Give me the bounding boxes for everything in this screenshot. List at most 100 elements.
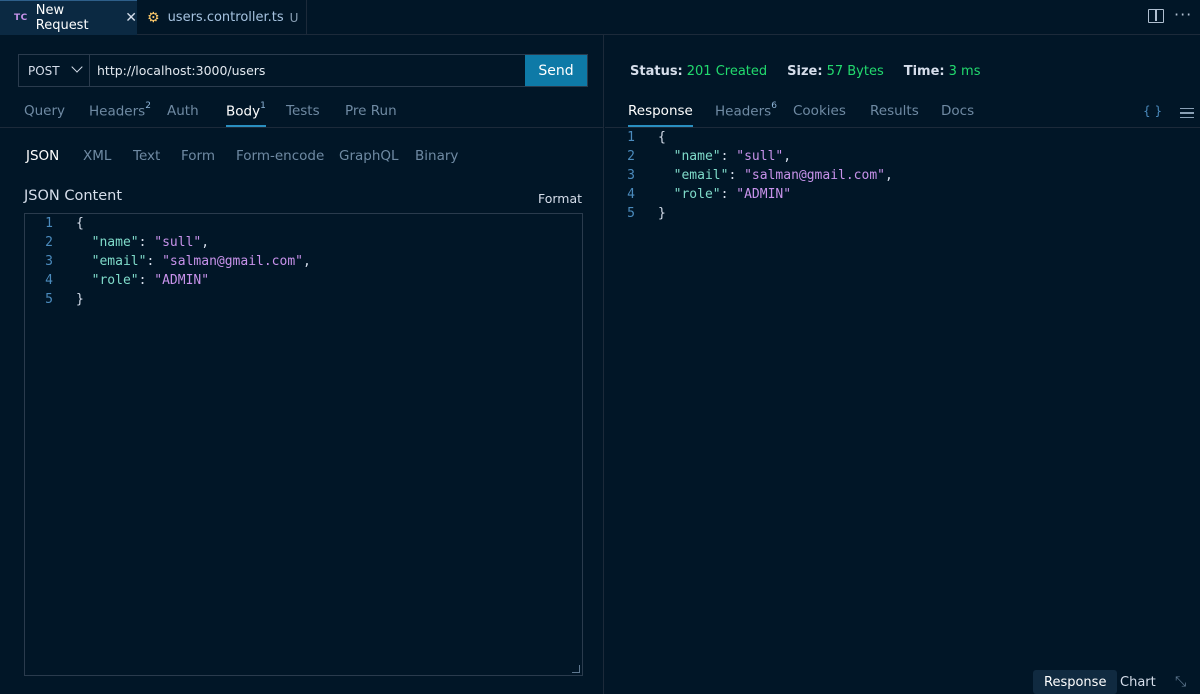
code-token: {: [76, 216, 84, 231]
tab-new-request[interactable]: TC New Request ✕: [0, 0, 137, 35]
code-token: "salman@gmail.com": [744, 168, 885, 183]
code-token: ,: [885, 168, 893, 183]
format-button[interactable]: Format: [538, 191, 582, 206]
code-line: 4 "role": "ADMIN": [605, 187, 1200, 206]
request-tabs: Query Headers2 Auth Body1 Tests Pre Run: [0, 99, 604, 128]
code-token: }: [76, 292, 84, 307]
gear-icon: ⚙: [147, 9, 160, 26]
code-token: :: [138, 235, 155, 250]
send-button[interactable]: Send: [525, 55, 587, 86]
code-token: "role": [91, 273, 139, 288]
response-tabs: Response Headers6 Cookies Results Docs {…: [605, 99, 1200, 128]
body-tab-text[interactable]: Text: [133, 148, 160, 172]
resize-handle[interactable]: [572, 665, 580, 673]
braces-icon[interactable]: { }: [1143, 104, 1162, 118]
code-token: ,: [303, 254, 311, 269]
method-label: POST: [28, 63, 60, 78]
code-token: :: [138, 273, 155, 288]
code-line: 5}: [25, 292, 582, 311]
line-number: 1: [45, 216, 53, 231]
body-tab-xml[interactable]: XML: [83, 148, 111, 172]
headers-count-badge: 2: [145, 101, 151, 111]
tab-body[interactable]: Body1: [226, 101, 266, 127]
code-text: }: [658, 206, 666, 225]
tab-pre-run[interactable]: Pre Run: [345, 103, 397, 127]
tab-tests[interactable]: Tests: [286, 103, 320, 127]
line-number: 3: [45, 254, 53, 269]
more-actions-icon[interactable]: ···: [1174, 5, 1192, 24]
line-number: 2: [45, 235, 53, 250]
bottom-chart-button[interactable]: Chart: [1109, 670, 1167, 694]
body-tab-form[interactable]: Form: [181, 148, 215, 172]
code-token: "name": [91, 235, 139, 250]
request-body-editor[interactable]: 1 {2 "name": "sull", 3 "email": "salman@gm…: [24, 213, 583, 676]
code-token: "salman@gmail.com": [162, 254, 303, 269]
tab-response[interactable]: Response: [628, 103, 693, 127]
body-tab-binary[interactable]: Binary: [415, 148, 458, 172]
code-text: "name": "sull",: [658, 149, 791, 168]
code-text: "name": "sull",: [76, 235, 209, 254]
code-text: {: [76, 216, 84, 235]
code-token: ,: [201, 235, 210, 250]
response-status-bar: Status: 201 Created Size: 57 Bytes Time: 3 …: [630, 64, 1000, 79]
time-label: Time:: [903, 64, 945, 79]
status-label: Status:: [630, 64, 683, 79]
code-token: ,: [783, 149, 792, 164]
tab-query[interactable]: Query: [24, 103, 65, 127]
code-token: :: [728, 168, 745, 183]
tab-results[interactable]: Results: [870, 103, 919, 127]
url-input[interactable]: http://localhost:3000/users: [90, 55, 525, 86]
expand-icon[interactable]: ⤡: [1175, 674, 1186, 690]
body-tab-graphql[interactable]: GraphQL: [339, 148, 399, 172]
time-value: 3 ms: [948, 64, 981, 79]
line-number: 1: [627, 130, 635, 145]
body-tab-form-encode[interactable]: Form-encode: [236, 148, 324, 172]
line-number: 4: [45, 273, 53, 288]
code-token: :: [720, 187, 737, 202]
size-value: 57 Bytes: [826, 64, 884, 79]
code-text: "role": "ADMIN": [76, 273, 209, 292]
line-number: 3: [627, 168, 635, 183]
tab-label: New Request: [35, 3, 89, 33]
close-icon[interactable]: ✕: [125, 10, 137, 26]
code-text: "email": "salman@gmail.com",: [76, 254, 311, 273]
size-label: Size:: [787, 64, 823, 79]
tab-docs[interactable]: Docs: [941, 103, 974, 127]
code-token: "ADMIN": [154, 273, 210, 288]
code-token: {: [658, 130, 666, 145]
status-value: 201 Created: [686, 64, 768, 79]
code-text: "role": "ADMIN": [658, 187, 791, 206]
thunder-client-icon: TC: [14, 13, 28, 23]
method-select[interactable]: POST: [19, 55, 90, 86]
tab-users-controller[interactable]: ⚙ users.controller.ts U: [137, 0, 307, 35]
code-text: "email": "salman@gmail.com",: [658, 168, 893, 187]
code-text: {: [658, 130, 666, 149]
split-editor-icon[interactable]: [1148, 9, 1164, 23]
code-token: "email": [673, 168, 729, 183]
line-number: 4: [627, 187, 635, 202]
response-headers-badge: 6: [771, 101, 777, 111]
url-bar: POST http://localhost:3000/users Send: [18, 54, 588, 87]
code-line: 1{: [605, 130, 1200, 149]
menu-icon[interactable]: [1180, 108, 1194, 118]
line-number: 2: [627, 149, 635, 164]
body-count-badge: 1: [260, 101, 266, 111]
tab-headers[interactable]: Headers2: [89, 101, 151, 127]
request-pane: POST http://localhost:3000/users Send Qu…: [0, 35, 604, 694]
chevron-down-icon: [71, 61, 83, 73]
code-token: }: [658, 206, 666, 221]
bottom-response-button[interactable]: Response: [1033, 670, 1118, 694]
body-type-tabs: JSON XML Text Form Form-encode GraphQL B…: [0, 148, 604, 172]
response-pane: Status: 201 Created Size: 57 Bytes Time: 3 …: [605, 35, 1200, 694]
modified-badge: U: [289, 10, 299, 25]
tab-response-headers[interactable]: Headers6: [715, 101, 777, 127]
code-token: "role": [673, 187, 721, 202]
tab-cookies[interactable]: Cookies: [793, 103, 846, 127]
tab-auth[interactable]: Auth: [167, 103, 199, 127]
body-tab-json[interactable]: JSON: [26, 148, 59, 172]
